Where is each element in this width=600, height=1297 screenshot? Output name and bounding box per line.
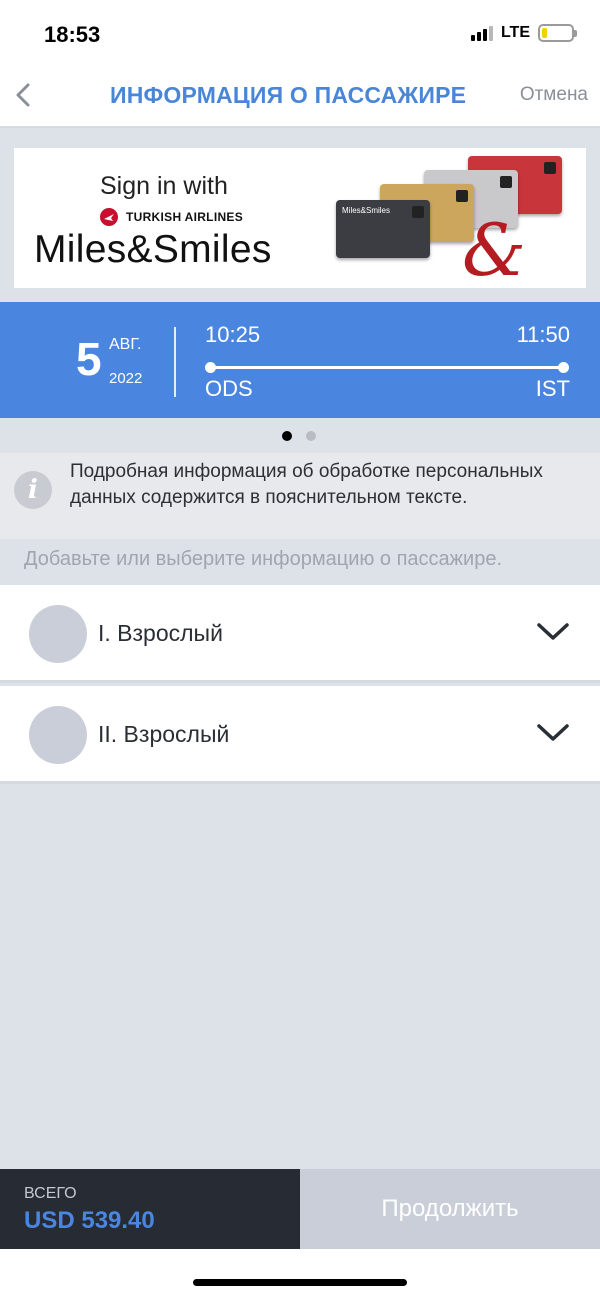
route-line: [205, 362, 569, 373]
airline-name: TURKISH AIRLINES: [126, 210, 244, 224]
passenger-label: II. Взрослый: [98, 721, 230, 747]
flight-summary: 5 АВГ. 2022 10:25 11:50 ODS IST: [0, 302, 600, 418]
arrival-airport-code: IST: [535, 376, 570, 401]
card-black: Miles&Smiles: [336, 200, 430, 258]
nav-bar: ИНФОРМАЦИЯ О ПАССАЖИРЕ Отмена: [0, 70, 600, 128]
total-price-panel: ВСЕГО USD 539.40: [0, 1169, 300, 1249]
signal-icon: [470, 25, 493, 41]
turkish-airlines-logo-icon: [100, 208, 118, 226]
info-icon: i: [14, 471, 52, 509]
status-bar: 18:53 LTE: [0, 0, 600, 70]
status-indicators: LTE: [470, 24, 577, 42]
page-dot-1[interactable]: [282, 431, 292, 441]
status-time: 18:53: [44, 22, 101, 47]
banner-sign-in-text: Sign in with: [100, 172, 228, 200]
passenger-row[interactable]: II. Взрослый: [0, 686, 600, 784]
battery-icon: [538, 24, 577, 42]
arrival-dot: [558, 362, 569, 373]
ampersand-logo: &: [462, 208, 527, 292]
chevron-down-icon[interactable]: [536, 722, 570, 744]
miles-smiles-signin-banner[interactable]: Sign in with TURKISH AIRLINES Miles&Smil…: [14, 148, 586, 292]
total-label: ВСЕГО: [24, 1185, 77, 1202]
home-indicator[interactable]: [193, 1279, 407, 1286]
passenger-label: I. Взрослый: [98, 620, 223, 646]
back-chevron-icon[interactable]: [10, 80, 40, 110]
passenger-hint: Добавьте или выберите информацию о пасса…: [0, 540, 600, 585]
page-title: ИНФОРМАЦИЯ О ПАССАЖИРЕ: [110, 82, 467, 108]
avatar: [29, 706, 87, 764]
date-divider: [174, 327, 176, 397]
page-indicator[interactable]: [282, 431, 316, 441]
passenger-row[interactable]: I. Взрослый: [0, 585, 600, 683]
chevron-down-icon[interactable]: [536, 621, 570, 643]
continue-button[interactable]: Продолжить: [300, 1169, 600, 1249]
privacy-notice-text: Подробная информация об обработке персон…: [70, 461, 543, 508]
flight-month: АВГ.: [109, 336, 142, 353]
network-type: LTE: [500, 24, 530, 41]
avatar: [29, 605, 87, 663]
loyalty-cards-image: Miles&Smiles &: [334, 154, 584, 292]
arrival-time: 11:50: [516, 322, 570, 347]
cancel-button[interactable]: Отмена: [520, 84, 588, 106]
flight-year: 2022: [109, 370, 143, 387]
departure-time: 10:25: [205, 322, 261, 347]
page-dot-2[interactable]: [306, 431, 316, 441]
program-name: Miles&Smiles: [34, 228, 272, 271]
flight-day: 5: [76, 333, 102, 385]
total-amount: USD 539.40: [24, 1207, 155, 1234]
privacy-notice[interactable]: i Подробная информация об обработке перс…: [0, 453, 600, 539]
home-area: [0, 1249, 600, 1297]
departure-airport-code: ODS: [205, 376, 253, 401]
airline-brand: TURKISH AIRLINES: [100, 208, 243, 226]
departure-dot: [205, 362, 216, 373]
